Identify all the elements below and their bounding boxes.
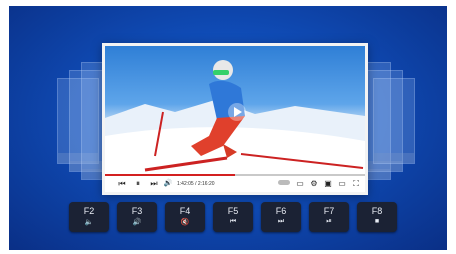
volume-down-icon: 🔈 bbox=[84, 219, 94, 226]
key-f4-label: F4 bbox=[179, 206, 191, 216]
background-stage: ⏮ ⏸ ⏭ 🔊 1:42:05 / 2:16:20 ▭ ⚙ ▣ ▭ ⛶ F2 🔈 … bbox=[9, 6, 447, 250]
stop-icon: ■ bbox=[374, 218, 380, 225]
key-f5[interactable]: F5 ⏮ bbox=[213, 202, 253, 232]
key-f7[interactable]: F7 ⏯ bbox=[309, 202, 349, 232]
video-frame[interactable] bbox=[105, 46, 365, 175]
skier-scene bbox=[105, 60, 365, 175]
skip-forward-icon[interactable]: ⏭ bbox=[149, 179, 159, 189]
goggles bbox=[213, 70, 229, 75]
ghost-window-right-3 bbox=[373, 78, 415, 164]
key-f2[interactable]: F2 🔈 bbox=[69, 202, 109, 232]
mute-icon: 🔇 bbox=[180, 219, 190, 226]
key-f2-label: F2 bbox=[83, 206, 95, 216]
video-player[interactable]: ⏮ ⏸ ⏭ 🔊 1:42:05 / 2:16:20 ▭ ⚙ ▣ ▭ ⛶ bbox=[102, 43, 368, 195]
skip-back-icon[interactable]: ⏮ bbox=[117, 179, 127, 189]
key-f6-label: F6 bbox=[275, 206, 287, 216]
key-f7-label: F7 bbox=[323, 206, 335, 216]
key-f8-label: F8 bbox=[371, 206, 383, 216]
fullscreen-icon[interactable]: ⛶ bbox=[351, 179, 361, 189]
key-f3-label: F3 bbox=[131, 206, 143, 216]
volume-icon[interactable]: 🔊 bbox=[163, 179, 173, 189]
theater-icon[interactable]: ▭ bbox=[337, 179, 347, 189]
play-pause-icon: ⏯ bbox=[326, 218, 332, 225]
key-f5-label: F5 bbox=[227, 206, 239, 216]
subtitles-icon[interactable]: ▭ bbox=[295, 179, 305, 189]
key-f4[interactable]: F4 🔇 bbox=[165, 202, 205, 232]
settings-icon[interactable]: ⚙ bbox=[309, 179, 319, 189]
autoplay-toggle[interactable] bbox=[277, 179, 291, 189]
key-f6[interactable]: F6 ⏭ bbox=[261, 202, 301, 232]
previous-track-icon: ⏮ bbox=[229, 218, 237, 225]
key-f8[interactable]: F8 ■ bbox=[357, 202, 397, 232]
next-track-icon: ⏭ bbox=[277, 218, 285, 225]
pause-icon[interactable]: ⏸ bbox=[133, 179, 143, 189]
key-f3[interactable]: F3 🔊 bbox=[117, 202, 157, 232]
miniplayer-icon[interactable]: ▣ bbox=[323, 179, 333, 189]
volume-up-icon: 🔊 bbox=[132, 219, 142, 226]
time-display: 1:42:05 / 2:16:20 bbox=[177, 181, 215, 187]
control-bar: ⏮ ⏸ ⏭ 🔊 1:42:05 / 2:16:20 ▭ ⚙ ▣ ▭ ⛶ bbox=[105, 176, 365, 192]
